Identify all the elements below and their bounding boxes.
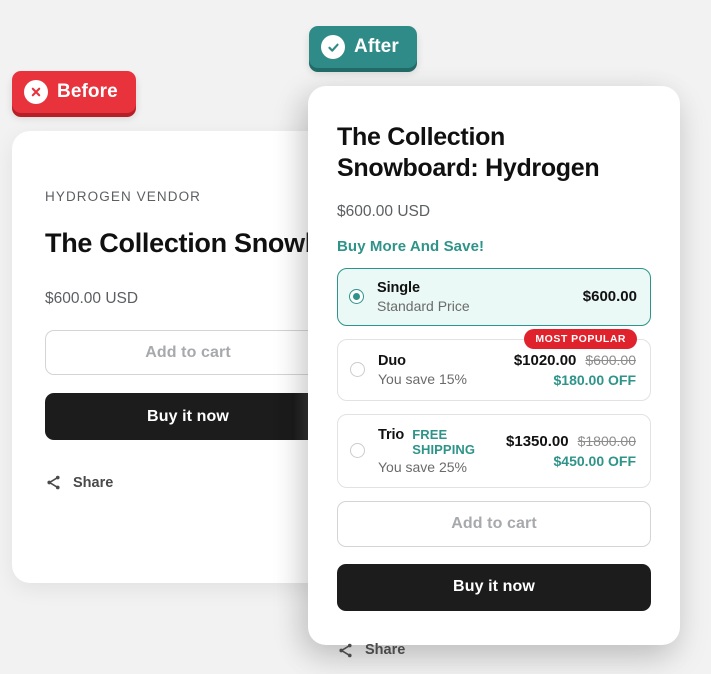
offer-heading: Buy More And Save! xyxy=(337,237,485,255)
product-price: $600.00 USD xyxy=(45,290,139,308)
option-savings: $450.00 OFF xyxy=(553,452,637,469)
share-nodes-icon xyxy=(337,642,354,659)
option-trio[interactable]: Trio FREE SHIPPING You save 25% $1350.00… xyxy=(337,413,651,488)
product-title: The Collection Snowboard: Hydrogen xyxy=(337,123,600,183)
share-button[interactable]: Share xyxy=(45,474,331,491)
after-card-actions: Add to cart Buy it now Share xyxy=(337,500,651,659)
radio-trio[interactable] xyxy=(350,443,365,458)
buy-it-now-button[interactable]: Buy it now xyxy=(337,563,651,611)
option-subtitle: You save 25% xyxy=(378,458,467,475)
add-to-cart-button[interactable]: Add to cart xyxy=(337,500,651,547)
option-subtitle: You save 15% xyxy=(378,370,467,387)
option-duo[interactable]: MOST POPULAR Duo You save 15% $1020.00 $… xyxy=(337,328,651,401)
option-name: Trio xyxy=(378,426,405,443)
x-circle-icon xyxy=(24,80,48,104)
option-savings: $180.00 OFF xyxy=(553,371,637,388)
option-name: Single xyxy=(377,279,420,296)
option-compare-at-price: $1800.00 xyxy=(577,432,636,449)
share-label: Share xyxy=(365,642,406,658)
share-label: Share xyxy=(73,474,114,491)
option-price: $600.00 xyxy=(582,288,637,305)
after-product-card: The Collection Snowboard: Hydrogen $600.… xyxy=(308,86,680,658)
option-price: $1350.00 xyxy=(506,432,569,450)
share-nodes-icon xyxy=(45,474,62,491)
volume-discount-options: Single Standard Price $600.00 MOST POPUL… xyxy=(328,267,660,488)
after-badge: After xyxy=(309,26,417,68)
before-badge: Before xyxy=(12,71,136,113)
check-circle-icon xyxy=(321,35,345,59)
option-name: Duo xyxy=(378,352,406,369)
option-compare-at-price: $600.00 xyxy=(585,351,636,368)
share-button[interactable]: Share xyxy=(337,642,651,659)
add-to-cart-button[interactable]: Add to cart xyxy=(45,330,331,376)
option-subtitle: Standard Price xyxy=(377,297,470,314)
most-popular-badge: MOST POPULAR xyxy=(524,328,637,349)
option-price: $1020.00 xyxy=(513,351,577,369)
option-single[interactable]: Single Standard Price $600.00 xyxy=(337,267,651,326)
product-title: The Collection Snowboard: Hydrogen xyxy=(45,228,364,258)
radio-single[interactable] xyxy=(349,289,364,304)
buy-it-now-button[interactable]: Buy it now xyxy=(45,393,331,441)
radio-duo[interactable] xyxy=(350,362,365,377)
after-badge-label: After xyxy=(354,36,399,57)
product-price: $600.00 USD xyxy=(337,202,431,220)
option-tag-free-shipping: FREE SHIPPING xyxy=(412,426,476,457)
product-vendor: HYDROGEN VENDOR xyxy=(45,189,202,204)
before-badge-label: Before xyxy=(57,81,118,102)
